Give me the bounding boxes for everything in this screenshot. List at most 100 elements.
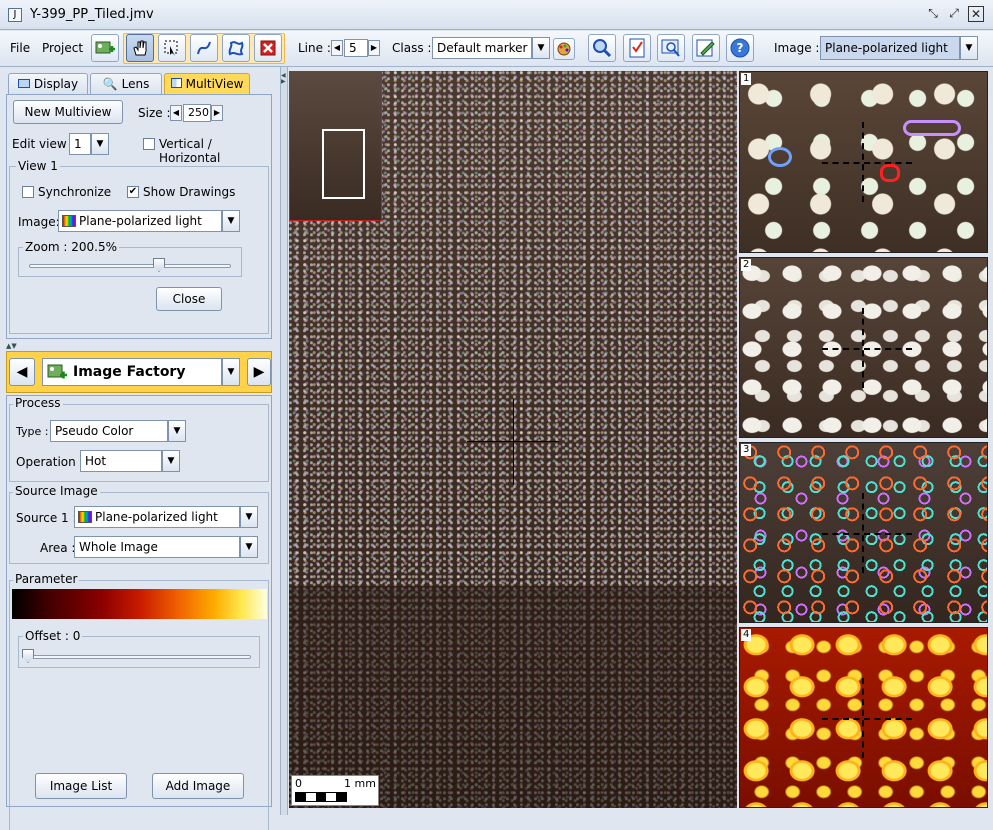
tab-multiview[interactable]: MultiView <box>164 73 250 95</box>
size-field[interactable]: 250 <box>183 104 211 122</box>
image-factory-header: ◀ Image Factory ▼ ▶ <box>6 351 272 393</box>
class-dropdown-arrow[interactable]: ▼ <box>532 37 550 59</box>
left-panel: Display 🔍 Lens MultiView New Multiview Si… <box>0 67 281 830</box>
app-icon: J <box>8 8 22 22</box>
multiview-pane-4[interactable]: 4 <box>739 627 988 808</box>
zoom-group: Zoom : 200.5% <box>18 240 242 277</box>
image-dropdown-arrow[interactable]: ▼ <box>960 36 978 60</box>
minimize-icon[interactable]: ⤡ <box>925 6 941 22</box>
operation-select[interactable]: Hot <box>80 450 162 472</box>
offset-slider-track[interactable] <box>23 655 251 659</box>
toolbar: File Project Line : ◀ 5 ▶ Class : Defaul… <box>0 31 993 67</box>
hand-icon <box>133 40 147 56</box>
type-label: Type : <box>16 425 49 438</box>
show-drawings-checkbox[interactable]: ✔ <box>127 186 139 198</box>
grain-outline <box>768 147 792 167</box>
multiview-pane-3[interactable]: 3 <box>739 442 988 623</box>
checklist-button[interactable] <box>623 34 651 62</box>
size-decrement-button[interactable]: ◀ <box>170 105 182 121</box>
factory-next-button[interactable]: ▶ <box>247 358 271 386</box>
factory-prev-button[interactable]: ◀ <box>9 358 35 386</box>
edit-view-label: Edit view : <box>12 137 75 151</box>
source-1-select[interactable]: Plane-polarized light <box>74 506 240 528</box>
menu-project[interactable]: Project <box>42 41 83 55</box>
view-image-label: Image: <box>18 215 60 229</box>
vertical-horizontal-label: Vertical / Horizontal <box>159 137 221 165</box>
tab-lens[interactable]: 🔍 Lens <box>90 73 162 95</box>
scale-bar-zero: 0 <box>295 777 302 790</box>
area-dropdown-arrow[interactable]: ▼ <box>240 536 258 558</box>
image-select[interactable]: Plane-polarized light <box>820 36 960 60</box>
source-1-dropdown-arrow[interactable]: ▼ <box>240 506 258 528</box>
select-tool-button[interactable] <box>158 34 186 62</box>
help-button[interactable]: ? <box>726 34 754 62</box>
panel-splitter[interactable]: ▲▼ <box>6 343 272 350</box>
menu-file[interactable]: File <box>10 41 30 55</box>
line-decrement-button[interactable]: ◀ <box>331 40 343 56</box>
zoom-slider-track[interactable] <box>29 264 231 268</box>
image-list-button[interactable]: Image List <box>35 773 127 799</box>
thin-section-image[interactable]: 0 1 mm <box>289 71 737 808</box>
polygon-icon <box>228 41 244 56</box>
line-tool-button[interactable] <box>190 34 218 62</box>
add-image-button[interactable]: Add Image <box>152 773 244 799</box>
vertical-splitter[interactable]: ◀ ▶ <box>281 67 288 815</box>
class-select[interactable]: Default marker <box>432 37 532 59</box>
class-color-button[interactable] <box>553 38 575 60</box>
multiview-pane-2[interactable]: 2 <box>739 257 988 438</box>
view-crosshair-h <box>822 162 912 164</box>
overview-minimap[interactable] <box>289 71 382 221</box>
view-crosshair-h <box>822 718 912 720</box>
vertical-horizontal-checkbox[interactable] <box>143 138 155 150</box>
overview-viewport-rect[interactable] <box>322 129 365 199</box>
view-image-select[interactable]: Plane-polarized light <box>58 210 222 232</box>
size-increment-button[interactable]: ▶ <box>211 105 223 121</box>
view-image-dropdown-arrow[interactable]: ▼ <box>222 210 240 232</box>
view-3-number: 3 <box>741 444 752 456</box>
image-zoom-button[interactable] <box>657 34 685 62</box>
scale-bar-ruler <box>295 792 347 802</box>
magnifier-icon <box>593 39 612 58</box>
offset-slider-thumb[interactable] <box>22 649 34 663</box>
select-add-icon <box>164 40 178 56</box>
zoom-button[interactable] <box>588 34 616 62</box>
restore-icon[interactable]: ⤢ <box>946 6 962 22</box>
close-icon[interactable]: ✕ <box>968 6 984 22</box>
view-crosshair-h <box>822 348 912 350</box>
svg-text:?: ? <box>737 41 744 55</box>
class-label: Class : <box>392 41 432 55</box>
edit-button[interactable] <box>692 34 720 62</box>
view-2-number: 2 <box>741 259 752 271</box>
add-image-tool-button[interactable] <box>91 34 119 62</box>
spectrum-icon <box>62 215 76 227</box>
grain-outline <box>903 120 961 136</box>
factory-dropdown-arrow[interactable]: ▼ <box>222 358 240 386</box>
factory-title-select[interactable]: Image Factory <box>42 358 222 386</box>
image-label: Image : <box>774 41 820 55</box>
synchronize-checkbox[interactable] <box>22 186 34 198</box>
close-view-button[interactable]: Close <box>156 287 222 311</box>
multiview-pane-1[interactable]: 1 <box>739 71 988 253</box>
operation-dropdown-arrow[interactable]: ▼ <box>162 450 180 472</box>
delete-tool-button[interactable] <box>254 34 282 62</box>
type-dropdown-arrow[interactable]: ▼ <box>168 420 186 442</box>
type-select[interactable]: Pseudo Color <box>50 420 168 442</box>
line-number-field[interactable]: 5 <box>344 39 368 57</box>
line-increment-button[interactable]: ▶ <box>368 40 380 56</box>
area-select[interactable]: Whole Image <box>74 536 240 558</box>
checklist-icon <box>629 38 645 58</box>
image-factory-panel: Process Type : Pseudo Color ▼ Operation … <box>6 395 272 830</box>
edit-view-dropdown-arrow[interactable]: ▼ <box>91 133 109 155</box>
pan-tool-button[interactable] <box>126 34 154 62</box>
grain-outline <box>880 164 900 182</box>
offset-group: Offset : 0 <box>18 629 260 668</box>
new-multiview-button[interactable]: New Multiview <box>13 100 123 124</box>
source-image-title: Source Image <box>13 484 100 498</box>
crosshair-vertical <box>513 399 514 485</box>
zoom-slider-thumb[interactable] <box>153 258 165 272</box>
polygon-tool-button[interactable] <box>222 34 250 62</box>
synchronize-label: Synchronize <box>38 185 112 199</box>
tab-display[interactable]: Display <box>8 73 88 95</box>
edit-view-select[interactable]: 1 <box>69 133 91 155</box>
tab-lens-label: Lens <box>121 77 150 91</box>
